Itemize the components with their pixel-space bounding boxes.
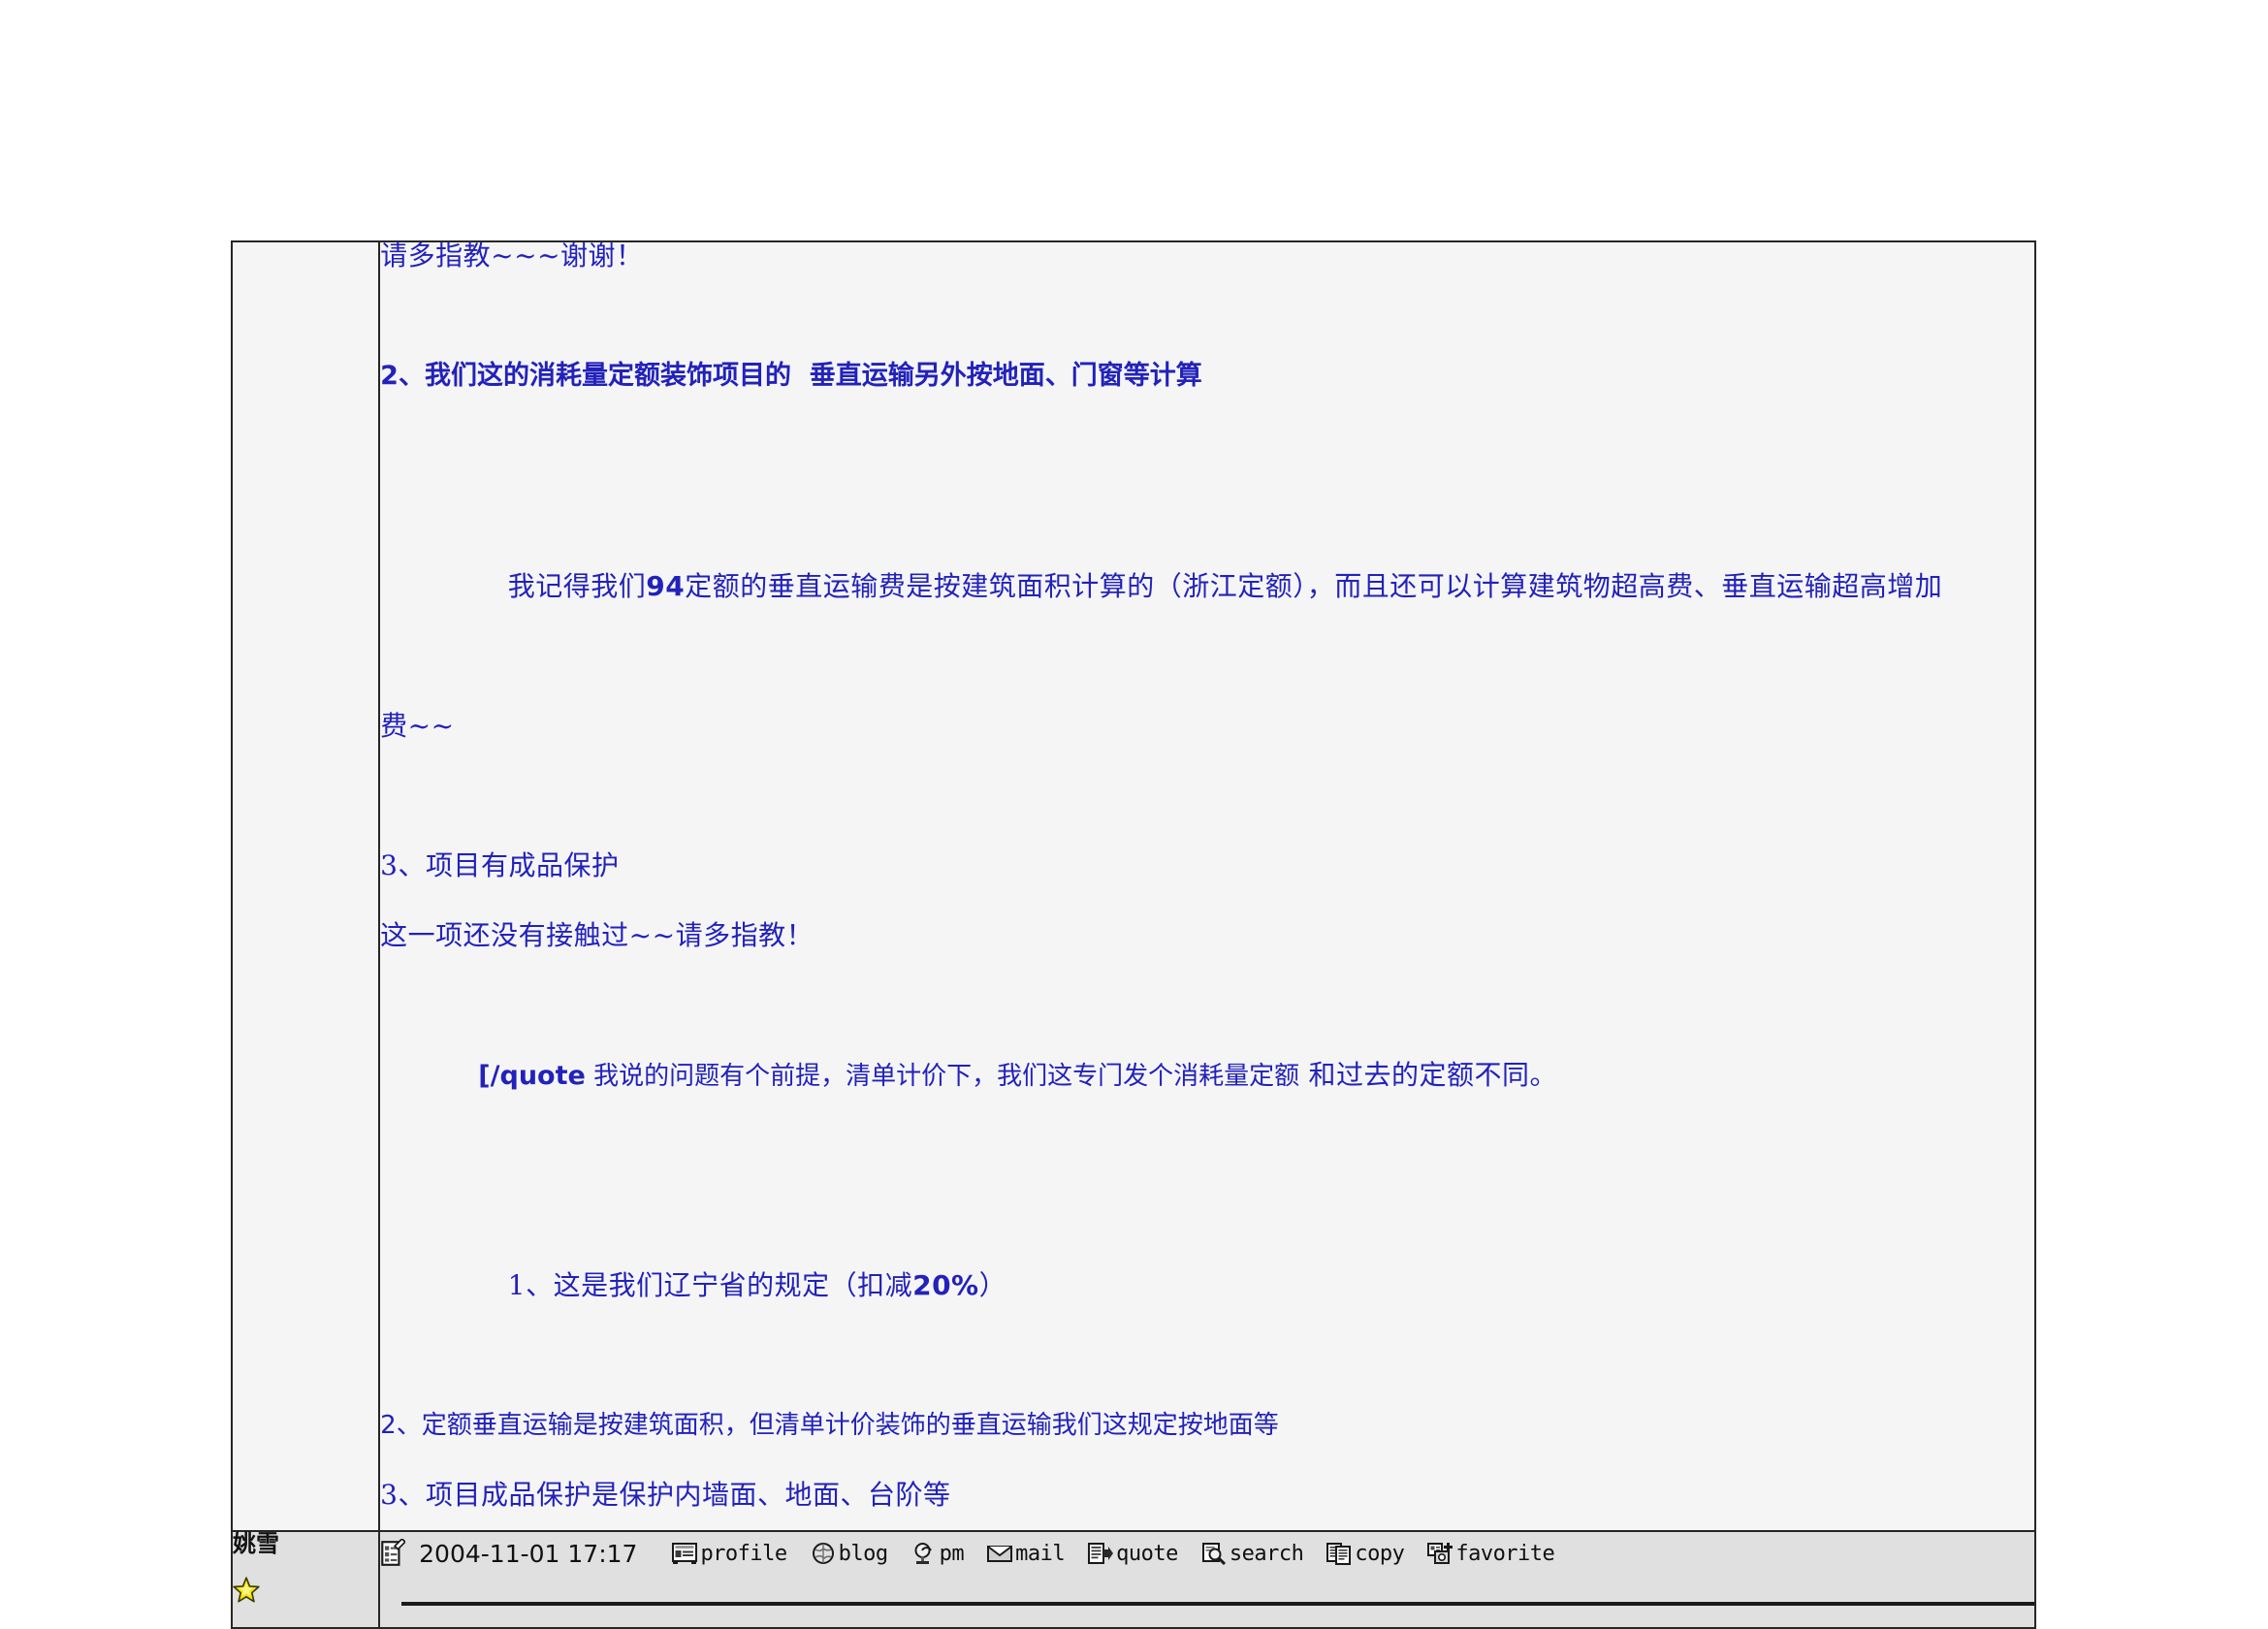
- search-label: search: [1229, 1541, 1304, 1566]
- post-line-3-number: 94: [646, 570, 686, 602]
- copy-button[interactable]: copy: [1326, 1541, 1405, 1566]
- post-line-3-part-a: 我记得我们: [507, 570, 647, 602]
- post-line-1: 请多指教~~~谢谢！: [380, 240, 644, 272]
- favorite-label: favorite: [1455, 1541, 1555, 1566]
- footer-spacer: [380, 1575, 2034, 1627]
- quote-tag: [/quote: [478, 1061, 586, 1091]
- post-stamp-icon: [380, 1537, 407, 1568]
- profile-label: profile: [700, 1541, 787, 1566]
- post-line-4: 3、项目有成品保护: [380, 849, 620, 881]
- copy-icon: [1326, 1542, 1352, 1565]
- profile-button[interactable]: profile: [672, 1541, 787, 1566]
- quote-icon: [1088, 1542, 1114, 1565]
- blog-icon: [811, 1542, 836, 1565]
- mail-icon: [987, 1542, 1013, 1565]
- post-line-6-serif: 和过去的定额不同。: [1299, 1059, 1557, 1091]
- pm-label: pm: [939, 1541, 965, 1566]
- mail-label: mail: [1015, 1541, 1066, 1566]
- post-footer-cell: 2004-11-01 17:17 profile blog pm mail qu…: [378, 1530, 2036, 1629]
- post-line-8: 2、定额垂直运输是按建筑面积，但清单计价装饰的垂直运输我们这规定按地面等: [380, 1411, 1279, 1440]
- post-line-3-part-b: 定额的垂直运输费是按建筑面积计算的（浙江定额），而且还可以计算建筑物超高费、垂直…: [685, 570, 1943, 602]
- post-line-2: 2、我们这的消耗量定额装饰项目的 垂直运输另外按地面、门窗等计算: [380, 361, 1202, 391]
- profile-icon: [672, 1542, 698, 1565]
- post-body-cell: 请多指教~~~谢谢！ 2、我们这的消耗量定额装饰项目的 垂直运输另外按地面、门窗…: [378, 240, 2036, 1532]
- author-name[interactable]: 姚雪: [233, 1532, 378, 1555]
- post-line-7-part-b: ）: [978, 1269, 1007, 1301]
- post-line-7-number: 20%: [912, 1269, 979, 1301]
- post-content-row: 请多指教~~~谢谢！ 2、我们这的消耗量定额装饰项目的 垂直运输另外按地面、门窗…: [230, 240, 2036, 1532]
- page-canvas: 请多指教~~~谢谢！ 2、我们这的消耗量定额装饰项目的 垂直运输另外按地面、门窗…: [0, 0, 2268, 1629]
- quote-label: quote: [1116, 1541, 1178, 1566]
- post-line-3: 我记得我们94定额的垂直运输费是按建筑面积计算的（浙江定额），而且还可以计算建筑…: [380, 482, 2034, 691]
- footer-divider: [401, 1602, 2034, 1606]
- mail-button[interactable]: mail: [987, 1541, 1066, 1566]
- post-line-7-part-a: 1、这是我们辽宁省的规定（扣减: [507, 1269, 913, 1301]
- post-line-6: [/quote 我说的问题有个前提，清单计价下，我们这专门发个消耗量定额 和过去…: [380, 971, 2034, 1181]
- favorite-icon: [1427, 1542, 1453, 1565]
- post-footer-row: 姚雪 2004-11-01 17:17 profile blog pm mail…: [230, 1530, 2036, 1629]
- star-icon: [233, 1577, 260, 1604]
- post-line-3-continued: 费~~: [380, 710, 455, 742]
- post-content: 请多指教~~~谢谢！ 2、我们这的消耗量定额装饰项目的 垂直运输另外按地面、门窗…: [380, 242, 2034, 1530]
- search-button[interactable]: search: [1201, 1541, 1304, 1566]
- pm-icon: [911, 1542, 937, 1565]
- post-author-cell: 姚雪: [230, 1530, 381, 1629]
- copy-label: copy: [1355, 1541, 1405, 1566]
- post-table: 请多指教~~~谢谢！ 2、我们这的消耗量定额装饰项目的 垂直运输另外按地面、门窗…: [230, 240, 2036, 1629]
- search-icon: [1201, 1542, 1227, 1566]
- post-line-5: 这一项还没有接触过~~请多指教！: [380, 919, 815, 951]
- post-line-7: 1、这是我们辽宁省的规定（扣减20%）: [380, 1181, 2034, 1390]
- pm-button[interactable]: pm: [911, 1542, 965, 1566]
- quote-button[interactable]: quote: [1088, 1542, 1178, 1566]
- blog-label: blog: [838, 1541, 888, 1566]
- blog-button[interactable]: blog: [811, 1542, 888, 1566]
- post-line-9: 3、项目成品保护是保护内墙面、地面、台阶等: [380, 1479, 951, 1511]
- post-footer-toolbar: 2004-11-01 17:17 profile blog pm mail qu…: [380, 1532, 2034, 1575]
- post-date: 2004-11-01 17:17: [419, 1539, 638, 1568]
- post-line-6-hei: 我说的问题有个前提，清单计价下，我们这专门发个消耗量定额: [585, 1062, 1300, 1091]
- author-column-spacer: [230, 240, 381, 1532]
- favorite-button[interactable]: favorite: [1427, 1541, 1555, 1566]
